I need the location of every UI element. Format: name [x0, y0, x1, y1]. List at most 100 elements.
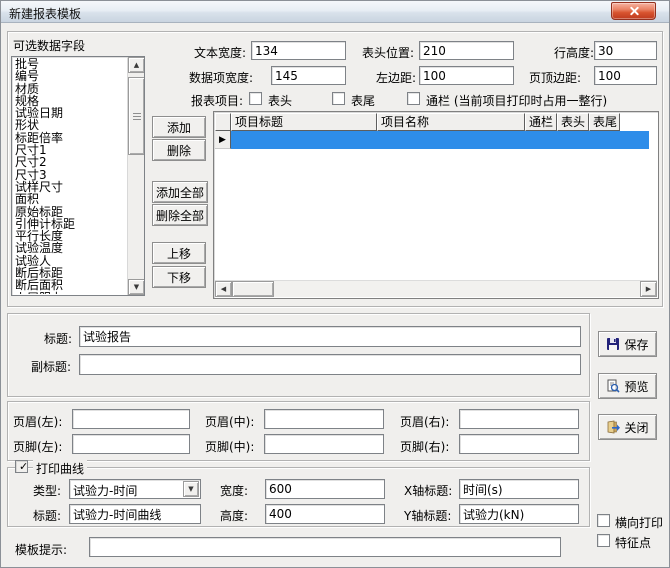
preview-button-label: 预览: [624, 378, 648, 395]
y-axis-input[interactable]: [459, 504, 579, 524]
header-left-label: 页眉(左):: [13, 413, 62, 430]
list-item[interactable]: 原始标距: [13, 206, 127, 218]
window-title: 新建报表模板: [9, 5, 81, 22]
footer-right-label: 页脚(右):: [400, 438, 449, 455]
row-height-input[interactable]: [594, 41, 657, 60]
move-up-button[interactable]: 上移: [152, 242, 206, 264]
list-item[interactable]: 面积: [13, 193, 127, 205]
scrollbar-thumb[interactable]: [128, 77, 145, 155]
text-width-input[interactable]: [251, 41, 346, 60]
list-item[interactable]: 上屈服力: [13, 292, 127, 294]
data-item-width-label: 数据项宽度:: [189, 69, 253, 86]
footer-center-input[interactable]: [264, 434, 384, 454]
landscape-checkbox[interactable]: [597, 514, 610, 527]
list-vertical-scrollbar[interactable]: ▲ ▼: [127, 57, 144, 295]
selected-row[interactable]: [231, 131, 649, 149]
grid-col-footer[interactable]: 表尾: [589, 113, 620, 131]
curve-type-label: 类型:: [33, 482, 61, 499]
exit-door-icon: [606, 420, 620, 434]
header-left-input[interactable]: [72, 409, 190, 429]
header-right-label: 页眉(右):: [400, 413, 449, 430]
footer-right-input[interactable]: [459, 434, 579, 454]
close-icon: [629, 7, 638, 16]
footer-center-label: 页脚(中):: [205, 438, 254, 455]
footer-left-label: 页脚(左):: [13, 438, 62, 455]
page-top-margin-input[interactable]: [594, 66, 657, 85]
save-icon: [606, 337, 620, 351]
grid-horizontal-scrollbar[interactable]: ◀ ▶: [215, 280, 657, 297]
remove-all-button[interactable]: 删除全部: [152, 204, 208, 226]
available-fields-listbox[interactable]: 批号编号材质规格试验日期形状标距倍率尺寸1尺寸2尺寸3试样尺寸面积原始标距引伸计…: [11, 56, 145, 296]
template-hint-input[interactable]: [89, 537, 561, 557]
footer-checkbox-label: 表尾: [351, 92, 375, 109]
report-item-label: 报表项目:: [191, 92, 243, 109]
title-label: 标题:: [44, 330, 72, 347]
close-button[interactable]: [611, 2, 656, 20]
row-height-label: 行高度:: [554, 44, 594, 61]
curve-type-value: 试验力-时间: [73, 482, 137, 499]
print-curve-label: 打印曲线: [33, 460, 87, 477]
list-item[interactable]: 形状: [13, 119, 127, 131]
curve-height-label: 高度:: [220, 507, 248, 524]
hscrollbar-thumb[interactable]: [232, 281, 274, 297]
titlebar: 新建报表模板: [1, 1, 669, 23]
chevron-down-icon[interactable]: ▼: [183, 481, 199, 497]
thumb-grip-icon: [133, 113, 141, 120]
add-all-button[interactable]: 添加全部: [152, 181, 208, 203]
y-axis-label: Y轴标题:: [404, 507, 451, 524]
row-marker-icon: ▶: [215, 131, 231, 149]
curve-title-input[interactable]: [69, 504, 201, 524]
left-margin-input[interactable]: [419, 66, 514, 85]
subtitle-label: 副标题:: [31, 358, 71, 375]
footer-checkbox[interactable]: [332, 92, 345, 105]
grid-col-header[interactable]: 表头: [557, 113, 589, 131]
print-curve-checkbox[interactable]: [15, 460, 28, 473]
curve-width-label: 宽度:: [220, 482, 248, 499]
header-position-input[interactable]: [419, 41, 514, 60]
report-items-grid[interactable]: 项目标题 项目名称 通栏 表头 表尾 ▶ ◀ ▶: [213, 111, 659, 299]
remove-button[interactable]: 删除: [152, 139, 206, 161]
scroll-up-icon[interactable]: ▲: [128, 57, 145, 73]
grid-col-item-name[interactable]: 项目名称: [377, 113, 525, 131]
template-hint-label: 模板提示:: [15, 541, 67, 558]
scroll-right-icon[interactable]: ▶: [640, 281, 657, 297]
list-item[interactable]: 试验温度: [13, 242, 127, 254]
add-button[interactable]: 添加: [152, 116, 206, 138]
subtitle-input[interactable]: [79, 354, 581, 375]
preview-button[interactable]: 预览: [598, 373, 657, 399]
left-margin-label: 左边距:: [376, 69, 416, 86]
scroll-left-icon[interactable]: ◀: [215, 281, 232, 297]
footer-left-input[interactable]: [72, 434, 190, 454]
full-width-checkbox-label: 通栏 (当前项目打印时占用一整行): [426, 92, 607, 109]
curve-type-select[interactable]: 试验力-时间 ▼: [69, 479, 201, 499]
x-axis-input[interactable]: [459, 479, 579, 499]
list-item[interactable]: 尺寸2: [13, 156, 127, 168]
close-dialog-button[interactable]: 关闭: [598, 414, 657, 440]
header-center-label: 页眉(中):: [205, 413, 254, 430]
list-item[interactable]: 编号: [13, 70, 127, 82]
list-item[interactable]: 断后面积: [13, 279, 127, 291]
curve-height-input[interactable]: [265, 504, 385, 524]
data-item-width-input[interactable]: [271, 66, 346, 85]
page-top-margin-label: 页顶边距:: [529, 69, 581, 86]
header-checkbox-label: 表头: [268, 92, 292, 109]
header-checkbox[interactable]: [249, 92, 262, 105]
header-right-input[interactable]: [459, 409, 579, 429]
curve-title-label: 标题:: [33, 507, 61, 524]
title-input[interactable]: [79, 326, 581, 347]
close-button-label: 关闭: [624, 419, 648, 436]
grid-col-item-title[interactable]: 项目标题: [231, 113, 377, 131]
fields-panel-label: 可选数据字段: [13, 37, 85, 54]
x-axis-label: X轴标题:: [404, 482, 452, 499]
header-position-label: 表头位置:: [362, 44, 414, 61]
full-width-checkbox[interactable]: [407, 92, 420, 105]
landscape-label: 横向打印: [615, 514, 663, 531]
header-center-input[interactable]: [264, 409, 384, 429]
scroll-down-icon[interactable]: ▼: [128, 279, 145, 295]
save-button[interactable]: 保存: [598, 331, 657, 357]
curve-width-input[interactable]: [265, 479, 385, 499]
move-down-button[interactable]: 下移: [152, 266, 206, 288]
grid-header: 项目标题 项目名称 通栏 表头 表尾: [215, 113, 620, 131]
grid-col-full-width[interactable]: 通栏: [525, 113, 557, 131]
feature-points-checkbox[interactable]: [597, 534, 610, 547]
